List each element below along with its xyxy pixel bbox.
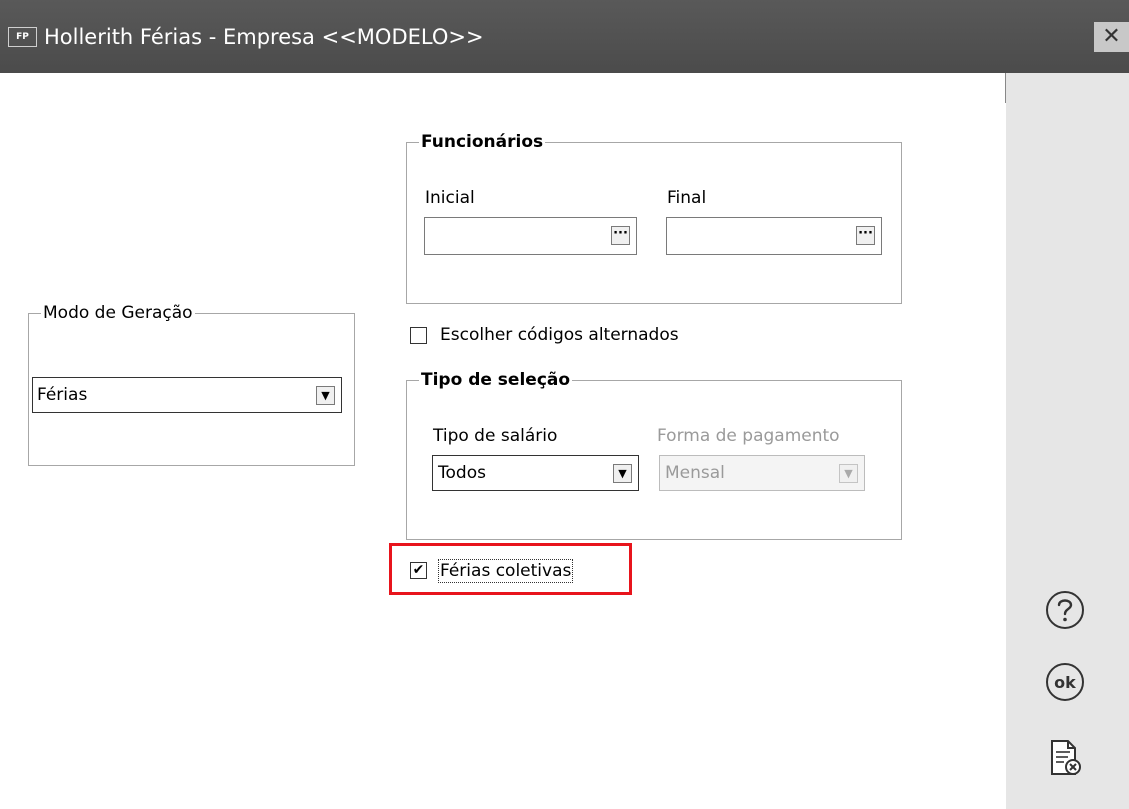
close-icon: ✕ (1102, 24, 1121, 49)
tipo-salario-label: Tipo de salário (433, 426, 558, 446)
ok-button[interactable]: ok (1044, 661, 1086, 703)
cancel-report-button[interactable] (1044, 737, 1086, 779)
ok-icon: ok (1046, 663, 1084, 701)
inicial-field[interactable]: ··· (424, 217, 637, 255)
escolher-codigos-checkbox[interactable] (410, 327, 427, 344)
forma-pagamento-value: Mensal (665, 463, 725, 483)
chevron-down-icon[interactable]: ▼ (316, 386, 335, 405)
forma-pagamento-label: Forma de pagamento (657, 426, 840, 446)
ferias-coletivas-checkbox[interactable]: ✔ (410, 562, 427, 579)
svg-text:ok: ok (1054, 673, 1076, 692)
title-bar: FP Hollerith Férias - Empresa <<MODELO>>… (0, 0, 1129, 73)
tipo-selecao-legend: Tipo de seleção (419, 370, 573, 390)
chevron-down-icon: ▼ (839, 464, 858, 483)
help-button[interactable] (1044, 589, 1086, 631)
ferias-coletivas-label[interactable]: Férias coletivas (437, 559, 574, 583)
modo-geracao-select[interactable]: Férias ▼ (32, 377, 342, 413)
tipo-salario-value: Todos (438, 463, 486, 483)
escolher-codigos-label[interactable]: Escolher códigos alternados (440, 325, 679, 345)
modo-geracao-value: Férias (37, 385, 88, 405)
modo-geracao-legend: Modo de Geração (41, 303, 195, 323)
window-title: Hollerith Férias - Empresa <<MODELO>> (44, 25, 484, 49)
app-badge-icon: FP (8, 27, 37, 47)
close-button[interactable]: ✕ (1094, 22, 1129, 52)
final-label: Final (667, 188, 707, 208)
funcionarios-legend: Funcionários (419, 132, 546, 152)
tipo-salario-select[interactable]: Todos ▼ (432, 455, 639, 491)
cancel-report-icon (1051, 740, 1081, 775)
inicial-lookup-button[interactable]: ··· (611, 226, 630, 245)
help-icon (1046, 591, 1084, 629)
chevron-down-icon[interactable]: ▼ (613, 464, 632, 483)
forma-pagamento-select: Mensal ▼ (659, 455, 865, 491)
inicial-label: Inicial (425, 188, 475, 208)
final-lookup-button[interactable]: ··· (856, 226, 875, 245)
separator (1005, 73, 1006, 103)
final-field[interactable]: ··· (666, 217, 882, 255)
